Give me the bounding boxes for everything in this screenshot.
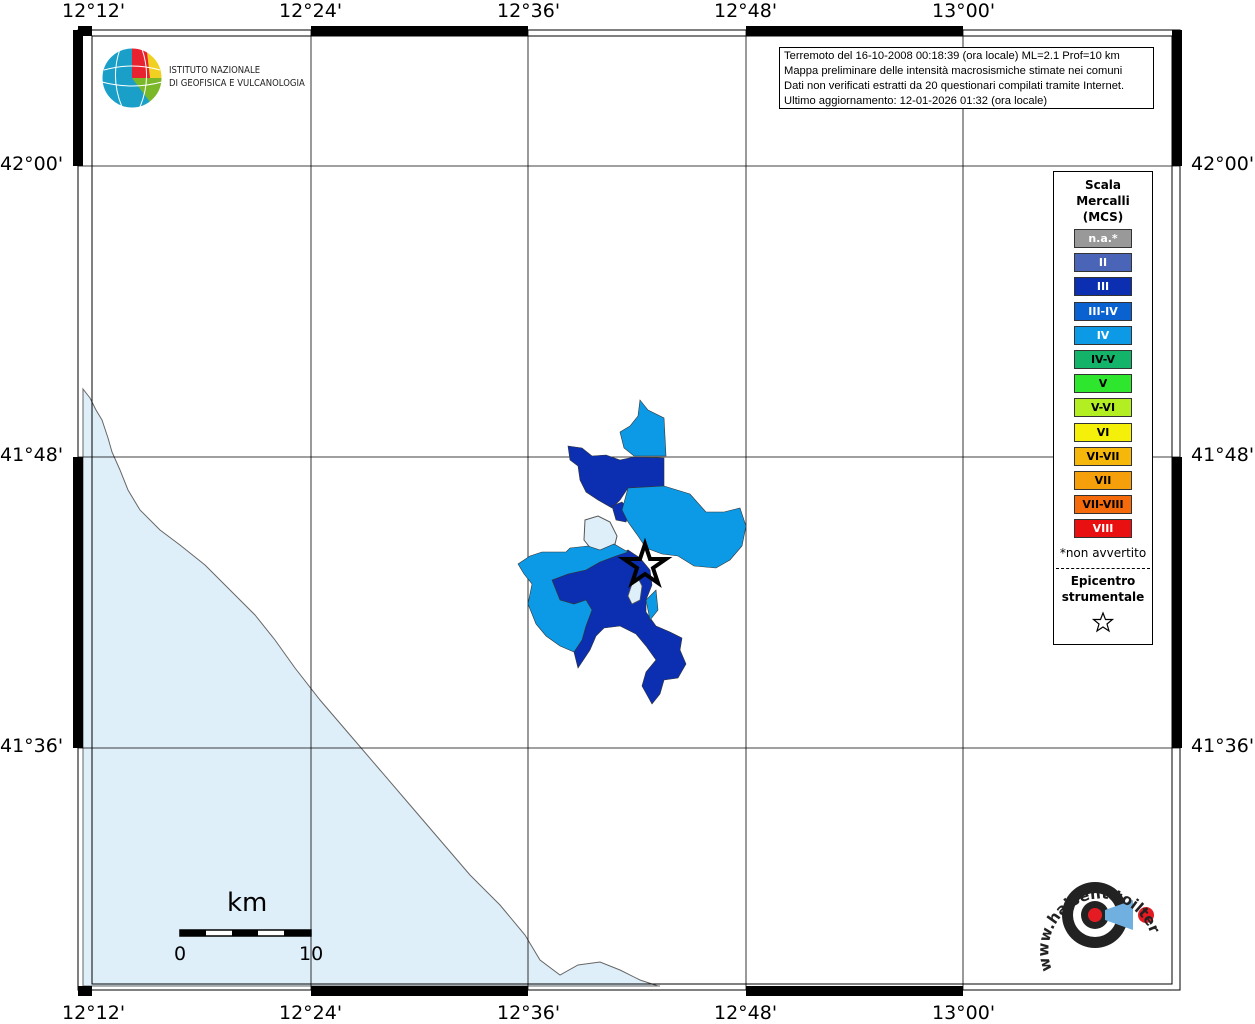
svg-text:www.haisentitoilterremoto.it: www.haisentitoilterremoto.it [1030, 850, 1164, 973]
legend-item: IV-V [1074, 350, 1132, 369]
scale-bar-title: km [227, 888, 268, 918]
legend-item: VII-VIII [1074, 495, 1132, 515]
logo-line-1: ISTITUTO NAZIONALE [169, 65, 261, 76]
legend-epicenter-line: strumentale [1061, 590, 1145, 604]
lon-label-bottom: 12°12' [62, 1002, 126, 1024]
scale-bar-start: 0 [174, 943, 187, 965]
lon-label-top: 12°48' [714, 0, 778, 22]
info-line: Dati non verificati estratti da 20 quest… [784, 80, 1125, 92]
legend-title-line: Scala [1084, 178, 1122, 192]
watermark-label: www.haisentitoilterremoto.it [1030, 850, 1164, 973]
legend-item: VI-VII [1074, 446, 1132, 466]
lat-label-left: 41°36' [0, 735, 64, 757]
lon-label-top: 12°24' [279, 0, 343, 22]
event-info-box: Terremoto del 16-10-2008 00:18:39 (ora l… [779, 47, 1154, 109]
lat-label-right: 41°36' [1191, 735, 1255, 757]
legend-title-line: Mercalli [1076, 194, 1130, 208]
lon-label-bottom: 13°00' [932, 1002, 996, 1024]
legend-item: V [1074, 374, 1132, 394]
legend-item: III [1074, 277, 1132, 297]
legend-item: n.a.* [1074, 229, 1132, 248]
legend-item: VI [1074, 422, 1132, 442]
info-line: Ultimo aggiornamento: 12-01-2026 01:32 (… [784, 95, 1048, 107]
mcs-legend: Scala Mercalli (MCS) *non avvertito Epic… [1053, 171, 1153, 645]
lat-label-left: 42°00' [0, 153, 64, 175]
legend-epicenter-label: Epicentro strumentale [1054, 573, 1152, 605]
ingv-logo-text: ISTITUTO NAZIONALE DI GEOFISICA E VULCAN… [169, 64, 305, 90]
legend-item: IV [1074, 325, 1132, 345]
legend-divider [1056, 568, 1150, 569]
intensity-area-iii [551, 445, 687, 705]
lon-label-top: 12°36' [497, 0, 561, 22]
lon-label-bottom: 12°36' [497, 1002, 561, 1024]
legend-item: VIII [1074, 519, 1132, 539]
ingv-logo-icon [101, 47, 163, 109]
legend-item: VII [1074, 471, 1132, 490]
legend-note: *non avvertito [1059, 546, 1147, 560]
legend-item: V-VI [1074, 398, 1132, 418]
legend-star-icon [1092, 611, 1114, 633]
lon-label-top: 13°00' [932, 0, 996, 22]
legend-item: III-IV [1074, 301, 1132, 321]
scale-bar [179, 929, 312, 937]
legend-epicenter-line: Epicentro [1070, 574, 1136, 588]
logo-line-2: DI GEOFISICA E VULCANOLOGIA [169, 78, 305, 89]
lon-label-bottom: 12°48' [714, 1002, 778, 1024]
lat-label-right: 42°00' [1191, 153, 1255, 175]
legend-title: Scala Mercalli (MCS) [1054, 177, 1152, 225]
info-line: Terremoto del 16-10-2008 00:18:39 (ora l… [784, 50, 1120, 62]
legend-item: II [1074, 253, 1132, 273]
scale-bar-end: 10 [299, 943, 324, 965]
legend-title-line: (MCS) [1082, 210, 1124, 224]
info-line: Mappa preliminare delle intensità macros… [784, 65, 1123, 77]
sea-area [82, 387, 660, 987]
watermark-text: www.haisentitoilterremoto.it [1030, 850, 1164, 973]
lon-label-bottom: 12°24' [279, 1002, 343, 1024]
lat-label-right: 41°48' [1191, 444, 1255, 466]
lon-label-top: 12°12' [62, 0, 126, 22]
lat-label-left: 41°48' [0, 444, 64, 466]
